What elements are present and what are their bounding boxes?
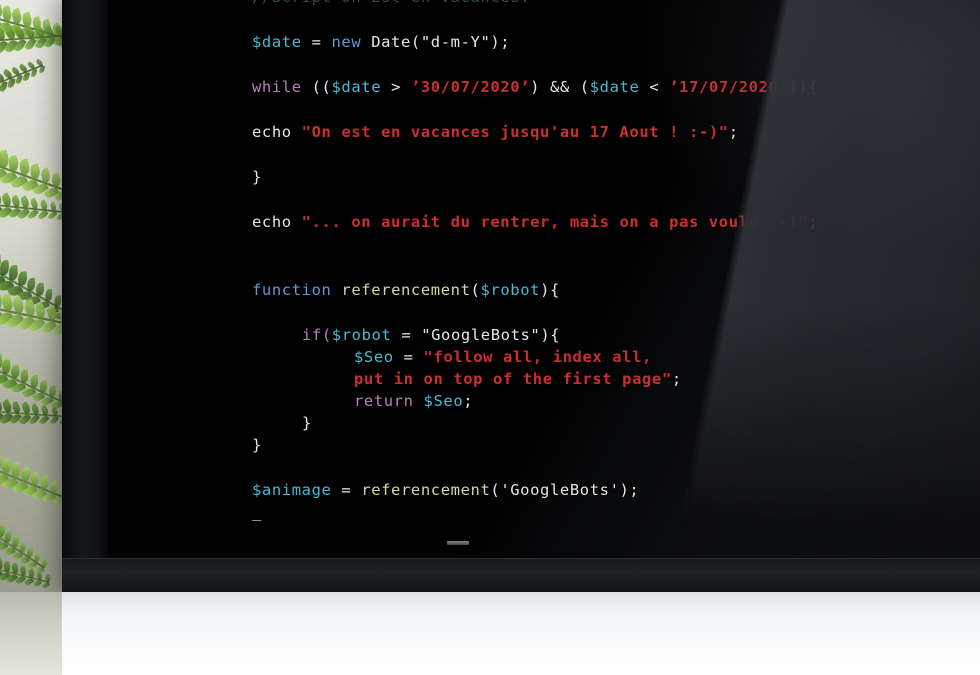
- fern-leaflet: [31, 68, 38, 78]
- fern-leaflet: [35, 283, 45, 297]
- fern-leaflet: [20, 369, 30, 384]
- fern-leaflet: [49, 414, 60, 426]
- fern-leaflet: [46, 210, 58, 222]
- screen-vignette: [108, 0, 980, 558]
- fern-leaflet: [34, 553, 40, 563]
- bezel-left: [62, 0, 108, 586]
- fern-leaflet: [4, 531, 12, 543]
- fern-leaflet: [10, 364, 21, 379]
- fern-leaflet: [39, 475, 50, 490]
- fern-leaflet: [8, 265, 19, 281]
- fern-leaflet: [27, 208, 40, 221]
- fern-leaflet: [9, 462, 22, 479]
- fern-leaflet: [23, 71, 30, 81]
- fern-leaflet: [15, 74, 23, 85]
- bezel-indicator-icon: [447, 541, 469, 545]
- fern-leaflet: [19, 542, 26, 553]
- fern-leaflet: [12, 536, 19, 548]
- desk-surface: [0, 592, 980, 675]
- screenshot-stage: //Script On Est en Vacances. $date = new…: [0, 0, 980, 675]
- fern-frond: [0, 52, 48, 113]
- fern-leaflet: [27, 548, 33, 558]
- fern-leaflet: [49, 480, 59, 494]
- fern-leaflet: [37, 209, 49, 221]
- fern-leaflet: [41, 581, 51, 590]
- fern-leaflet: [39, 65, 45, 74]
- fern-leaflet: [17, 271, 28, 286]
- fern-leaflet: [29, 471, 41, 486]
- fern-leaflet: [19, 466, 32, 482]
- fern-leaflet: [7, 77, 16, 89]
- fern-leaflet: [26, 277, 36, 292]
- fern-leaflet: [29, 374, 39, 388]
- monitor-screen: //Script On Est en Vacances. $date = new…: [108, 0, 980, 558]
- desk-surface-left: [0, 592, 62, 675]
- fern-leaflet: [38, 379, 48, 393]
- fern-leaflet: [48, 384, 57, 397]
